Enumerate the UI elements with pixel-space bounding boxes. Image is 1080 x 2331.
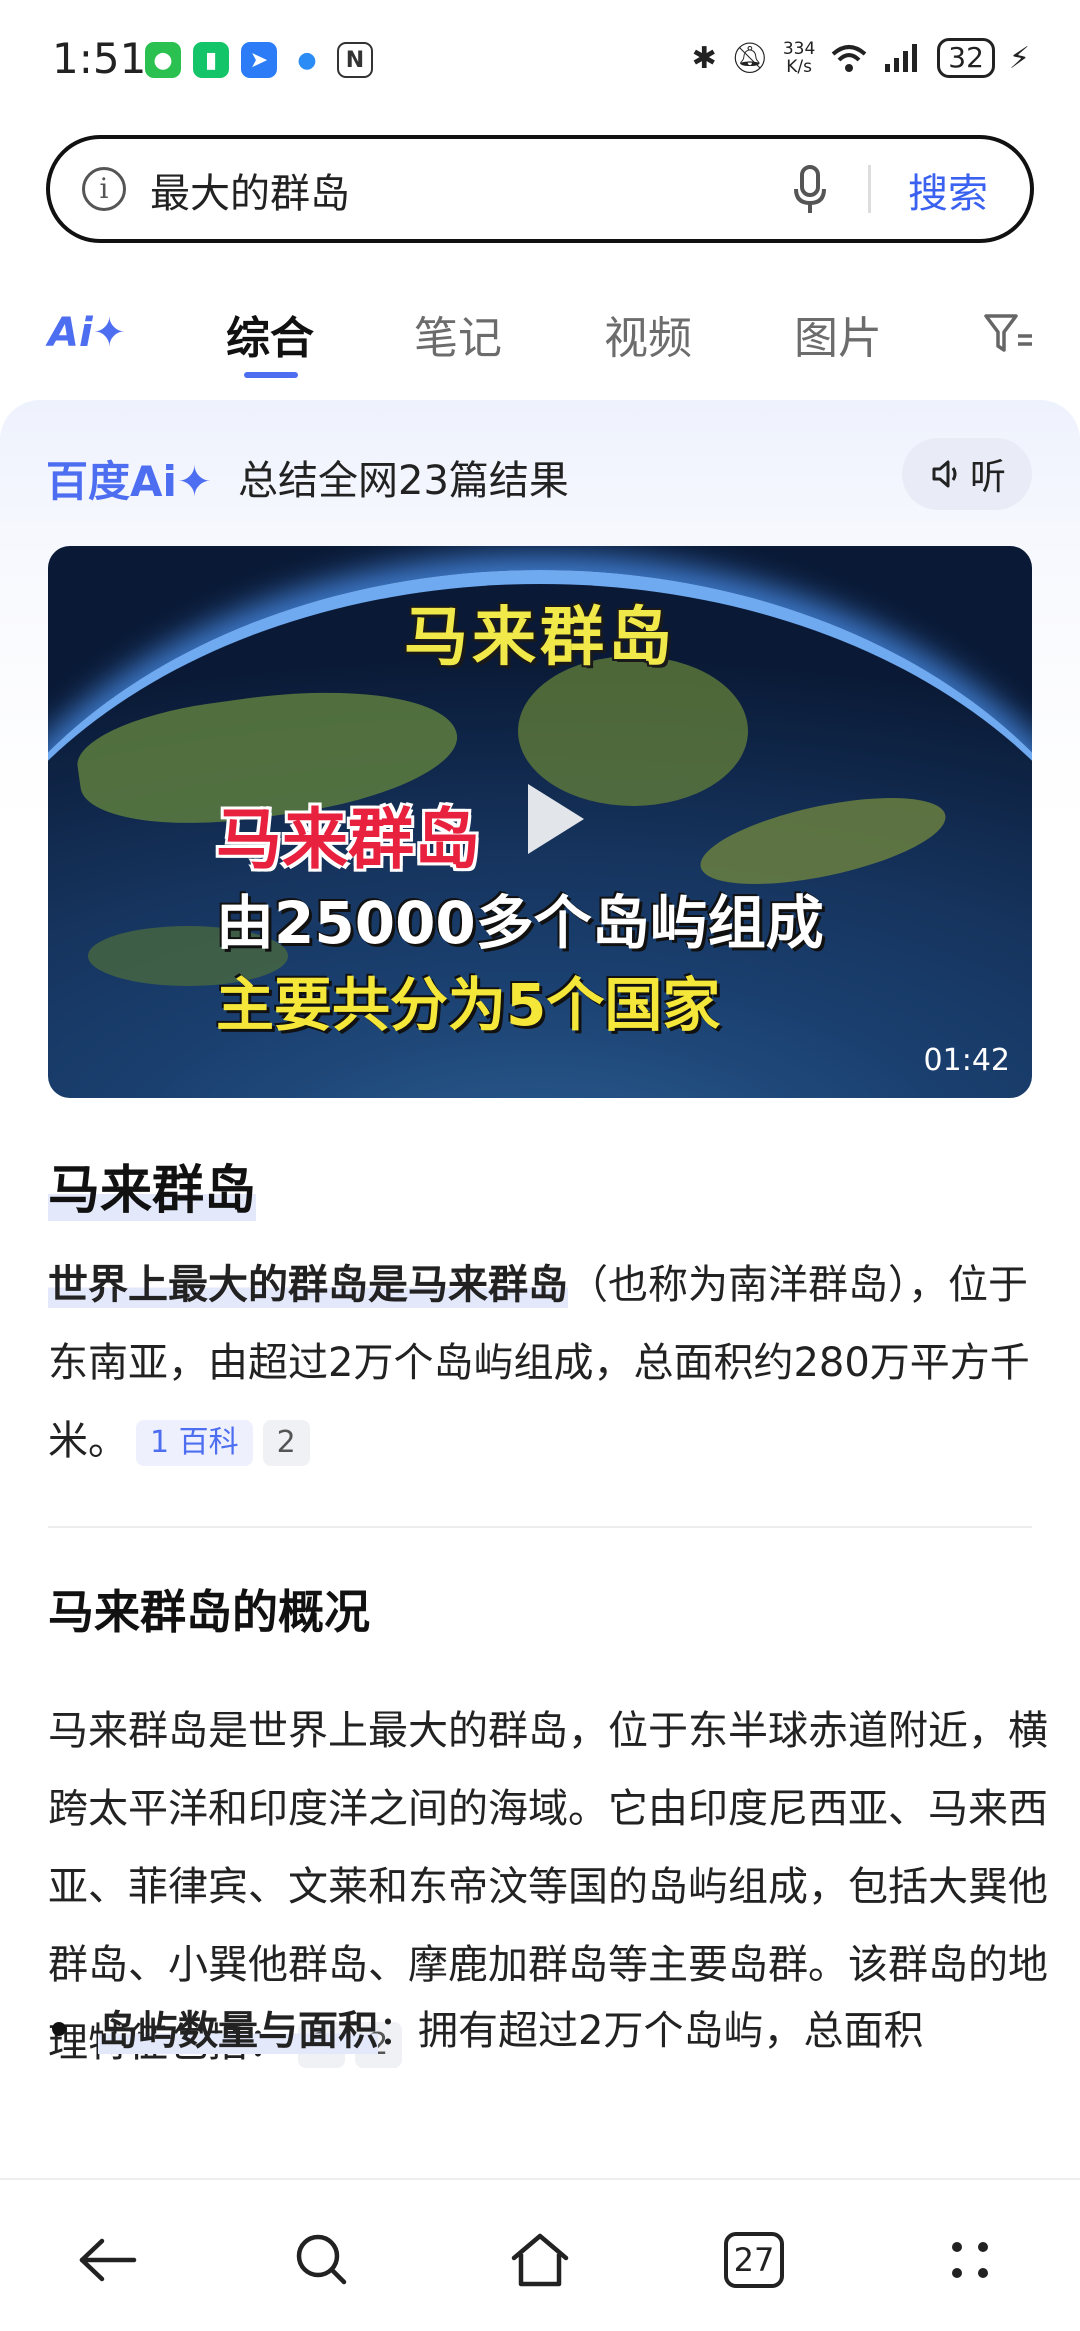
video-title-overlay: 马来群岛: [404, 601, 676, 675]
tab-comprehensive[interactable]: 综合: [226, 302, 314, 366]
result-tabs: Ai✦ 综合 笔记 视频 图片: [0, 282, 1080, 392]
battery-app-icon: ▮: [193, 42, 229, 78]
network-speed: 334 K/s: [782, 39, 816, 77]
answer-heading-text: 马来群岛: [48, 1161, 257, 1221]
bluetooth-icon: ✱: [691, 40, 717, 76]
ai-summary-label: 总结全网23篇结果: [238, 458, 569, 504]
back-button[interactable]: [68, 2220, 148, 2300]
search-divider: [868, 165, 871, 213]
speaker-icon: [932, 460, 957, 488]
video-caption-3: 主要共分为5个国家: [216, 971, 721, 1039]
section-heading: 马来群岛的概况: [48, 1585, 370, 1639]
info-icon[interactable]: i: [82, 167, 126, 211]
source-tag-baike[interactable]: 1 百科: [136, 1420, 253, 1466]
listen-button[interactable]: 听: [902, 438, 1032, 510]
bullet-dot: [52, 2022, 66, 2036]
filter-icon[interactable]: [982, 310, 1034, 358]
search-button[interactable]: 搜索: [908, 161, 988, 219]
nfc-icon: N: [337, 42, 373, 78]
more-button[interactable]: [930, 2220, 1010, 2300]
microphone-icon[interactable]: [790, 161, 830, 217]
video-caption-2: 由25000多个岛屿组成: [216, 889, 824, 957]
tab-videos[interactable]: 视频: [604, 302, 692, 366]
tab-notes[interactable]: 笔记: [414, 302, 502, 366]
play-icon[interactable]: [506, 774, 596, 864]
home-icon: [511, 2233, 569, 2287]
video-caption-1: 马来群岛: [216, 801, 480, 878]
wifi-icon: [831, 45, 867, 72]
tab-count: 27: [724, 2232, 784, 2288]
search-icon: [296, 2234, 347, 2285]
home-button[interactable]: [500, 2220, 580, 2300]
signal-icon: [885, 44, 918, 72]
notification-icons: ● ▮ ➤ ● N: [145, 42, 373, 78]
wechat-icon: ●: [145, 42, 181, 78]
bullet-text: ：拥有超过2万个岛屿，总面积: [378, 2008, 924, 2054]
ai-tab-logo[interactable]: Ai✦: [48, 310, 126, 356]
reference-tag[interactable]: 2: [262, 1420, 310, 1466]
status-bar: 1:51 ● ▮ ➤ ● N ✱ 🔕︎ 334 K/s 32 ⚡: [0, 0, 1080, 120]
charging-icon: ⚡: [1008, 40, 1030, 76]
video-duration: 01:42: [923, 1043, 1010, 1078]
back-arrow-icon: [79, 2238, 137, 2282]
battery-indicator: 32: [937, 38, 995, 78]
bottom-navigation: 27: [0, 2178, 1080, 2331]
listen-label: 听: [969, 457, 1006, 498]
answer-highlight: 世界上最大的群岛是马来群岛: [48, 1262, 568, 1308]
mute-icon: 🔕︎: [730, 40, 769, 76]
baidu-ai-logo: 百度Ai✦: [46, 457, 213, 506]
more-dots-icon: [952, 2242, 988, 2278]
bullet-item: 岛屿数量与面积：拥有超过2万个岛屿，总面积: [48, 1998, 1048, 2056]
tab-images[interactable]: 图片: [794, 302, 882, 366]
ai-summary-card: 百度Ai✦ 总结全网23篇结果 听 马来群岛 马来群岛 由25000多个岛屿组成…: [0, 400, 1080, 2180]
section-divider: [48, 1526, 1032, 1528]
search-box[interactable]: i 最大的群岛 搜索: [46, 135, 1034, 243]
answer-heading: 马来群岛: [48, 1148, 257, 1223]
search-input[interactable]: 最大的群岛: [150, 161, 350, 219]
active-tab-indicator: [244, 372, 298, 378]
status-indicators: ✱ 🔕︎ 334 K/s 32 ⚡: [692, 38, 1030, 78]
navigation-app-icon: ➤: [241, 42, 277, 78]
video-thumbnail[interactable]: 马来群岛 马来群岛 由25000多个岛屿组成 主要共分为5个国家 01:42: [48, 546, 1032, 1098]
status-time: 1:51: [52, 34, 147, 83]
search-nav-button[interactable]: [282, 2220, 362, 2300]
message-app-icon: ●: [289, 42, 325, 78]
bullet-title: 岛屿数量与面积: [98, 2008, 378, 2054]
tabs-button[interactable]: 27: [714, 2220, 794, 2300]
answer-paragraph: 世界上最大的群岛是马来群岛（也称为南洋群岛），位于东南亚，由超过2万个岛屿组成，…: [48, 1246, 1038, 1480]
